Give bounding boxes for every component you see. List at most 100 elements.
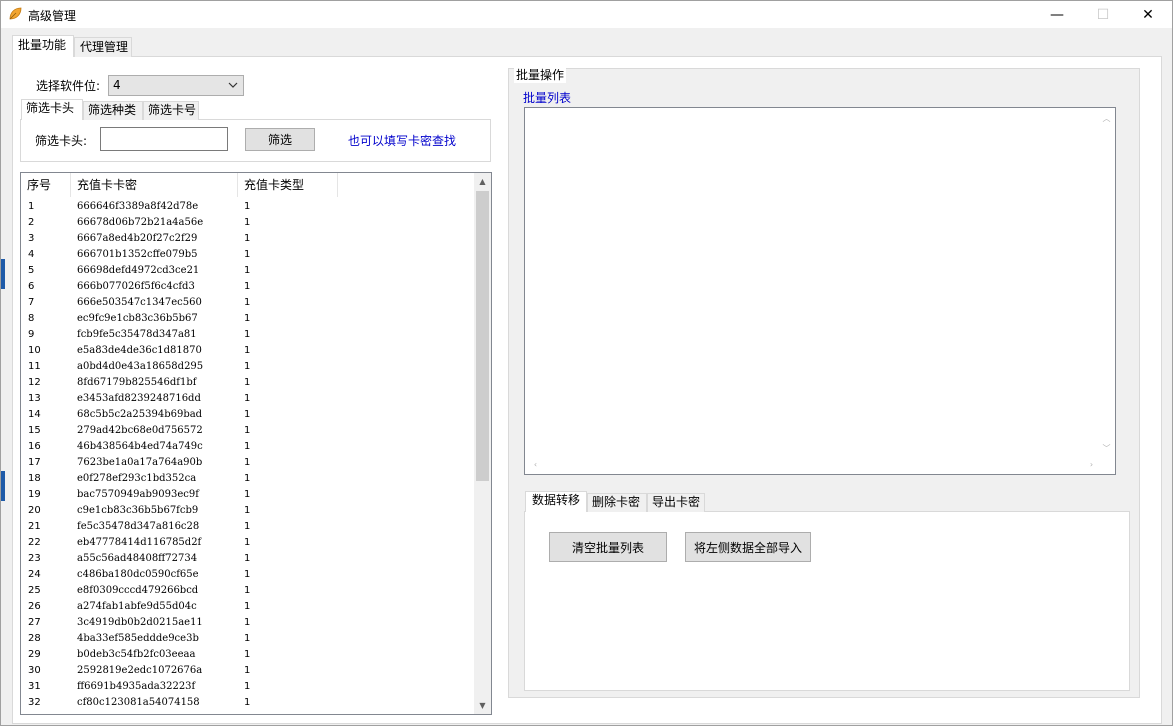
batch-list-label: 批量列表 xyxy=(523,91,572,105)
table-row[interactable]: 11 a0bd4d0e43a18658d295 1 xyxy=(21,359,474,375)
table-row[interactable]: 24 c486ba180dc0590cf65e 1 xyxy=(21,567,474,583)
row-card-type: 1 xyxy=(244,553,251,564)
table-row[interactable]: 12 8fd67179b825546df1bf 1 xyxy=(21,375,474,391)
table-row[interactable]: 28 4ba33ef585eddde9ce3b 1 xyxy=(21,631,474,647)
tab-batch-functions[interactable]: 批量功能 xyxy=(12,35,74,57)
row-card-type: 1 xyxy=(244,297,251,308)
table-row[interactable]: 26 a274fab1abfe9d55d04c 1 xyxy=(21,599,474,615)
row-index: 23 xyxy=(28,553,41,564)
row-card-type: 1 xyxy=(244,601,251,612)
row-index: 4 xyxy=(28,249,35,260)
row-card-type: 1 xyxy=(244,345,251,356)
scroll-thumb[interactable] xyxy=(476,191,489,481)
table-row[interactable]: 30 2592819e2edc1072676a 1 xyxy=(21,663,474,679)
scroll-right-icon[interactable]: › xyxy=(1083,456,1100,473)
filter-button[interactable]: 筛选 xyxy=(245,128,315,151)
table-row[interactable]: 27 3c4919db0b2d0215ae11 1 xyxy=(21,615,474,631)
table-row[interactable]: 2 66678d06b72b21a4a56e 1 xyxy=(21,215,474,231)
row-card-type: 1 xyxy=(244,521,251,532)
table-row[interactable]: 19 bac7570949ab9093ec9f 1 xyxy=(21,487,474,503)
scroll-up-icon[interactable]: ︿ xyxy=(1098,110,1115,127)
tab-filter-number[interactable]: 筛选卡号 xyxy=(143,101,199,120)
row-card-type: 1 xyxy=(244,249,251,260)
row-card-type: 1 xyxy=(244,457,251,468)
scroll-down-icon[interactable]: ▼ xyxy=(474,697,491,714)
row-index: 25 xyxy=(28,585,41,596)
clear-batch-list-button[interactable]: 清空批量列表 xyxy=(549,532,667,562)
batch-list-box[interactable]: ︿ ﹀ ‹ › xyxy=(524,107,1116,475)
main-window: 高级管理 — ☐ ✕ 批量功能 代理管理 选择软件位: 4 筛选卡头 筛选种类 … xyxy=(0,0,1173,726)
row-index: 5 xyxy=(28,265,35,276)
window-title: 高级管理 xyxy=(28,9,77,23)
table-row[interactable]: 17 7623be1a0a17a764a90b 1 xyxy=(21,455,474,471)
row-card-key: e0f278ef293c1bd352ca xyxy=(77,473,197,484)
table-row[interactable]: 8 ec9fc9e1cb83c36b5b67 1 xyxy=(21,311,474,327)
minimize-button[interactable]: — xyxy=(1034,1,1080,28)
table-row[interactable]: 25 e8f0309cccd479266bcd 1 xyxy=(21,583,474,599)
tab-export-cards[interactable]: 导出卡密 xyxy=(647,493,705,512)
list-body: 1 666646f3389a8f42d78e 1 2 66678d06b72b21a4a… xyxy=(21,199,474,711)
row-card-type: 1 xyxy=(244,697,251,708)
slot-select[interactable]: 4 xyxy=(108,75,244,96)
column-header-index[interactable]: 序号 xyxy=(21,173,71,197)
tab-agent-management[interactable]: 代理管理 xyxy=(74,37,132,57)
row-card-key: 7623be1a0a17a764a90b xyxy=(77,457,203,468)
row-index: 12 xyxy=(28,377,41,388)
table-row[interactable]: 16 46b438564b4ed74a749c 1 xyxy=(21,439,474,455)
import-all-button[interactable]: 将左侧数据全部导入 xyxy=(685,532,811,562)
column-header-card-key[interactable]: 充值卡卡密 xyxy=(71,173,238,197)
table-row[interactable]: 5 66698defd4972cd3ce21 1 xyxy=(21,263,474,279)
row-card-type: 1 xyxy=(244,217,251,228)
table-row[interactable]: 9 fcb9fe5c35478d347a81 1 xyxy=(21,327,474,343)
card-list[interactable]: 序号 充值卡卡密 充值卡类型 1 666646f3389a8f42d78e 1 2 66… xyxy=(20,172,492,715)
table-row[interactable]: 10 e5a83de4de36c1d81870 1 xyxy=(21,343,474,359)
table-row[interactable]: 22 eb47778414d116785d2f 1 xyxy=(21,535,474,551)
row-card-key: fe5c35478d347a816c28 xyxy=(77,521,200,532)
table-row[interactable]: 13 e3453afd8239248716dd 1 xyxy=(21,391,474,407)
row-card-type: 1 xyxy=(244,377,251,388)
filter-input[interactable] xyxy=(100,127,228,151)
list-scrollbar[interactable]: ▲ ▼ xyxy=(474,173,491,714)
table-row[interactable]: 7 666e503547c1347ec560 1 xyxy=(21,295,474,311)
scroll-up-icon[interactable]: ▲ xyxy=(474,173,491,190)
scroll-down-icon[interactable]: ﹀ xyxy=(1098,440,1115,457)
row-card-type: 1 xyxy=(244,329,251,340)
table-row[interactable]: 4 666701b1352cffe079b5 1 xyxy=(21,247,474,263)
maximize-button[interactable]: ☐ xyxy=(1080,1,1126,28)
row-card-key: 666701b1352cffe079b5 xyxy=(77,249,198,260)
table-row[interactable]: 14 68c5b5c2a25394b69bad 1 xyxy=(21,407,474,423)
row-card-type: 1 xyxy=(244,617,251,628)
row-index: 21 xyxy=(28,521,41,532)
row-index: 28 xyxy=(28,633,41,644)
row-card-key: b0deb3c54fb2fc03eeaa xyxy=(77,649,196,660)
table-row[interactable]: 3 6667a8ed4b20f27c2f29 1 xyxy=(21,231,474,247)
row-index: 30 xyxy=(28,665,41,676)
row-index: 9 xyxy=(28,329,35,340)
tab-filter-type[interactable]: 筛选种类 xyxy=(83,101,143,120)
table-row[interactable]: 15 279ad42bc68e0d756572 1 xyxy=(21,423,474,439)
table-row[interactable]: 1 666646f3389a8f42d78e 1 xyxy=(21,199,474,215)
row-index: 20 xyxy=(28,505,41,516)
table-row[interactable]: 18 e0f278ef293c1bd352ca 1 xyxy=(21,471,474,487)
row-card-key: a274fab1abfe9d55d04c xyxy=(77,601,197,612)
table-row[interactable]: 32 cf80c123081a54074158 1 xyxy=(21,695,474,711)
tab-filter-header[interactable]: 筛选卡头 xyxy=(21,99,83,120)
row-card-type: 1 xyxy=(244,393,251,404)
table-row[interactable]: 23 a55c56ad48408ff72734 1 xyxy=(21,551,474,567)
table-row[interactable]: 31 ff6691b4935ada32223f 1 xyxy=(21,679,474,695)
row-index: 32 xyxy=(28,697,41,708)
tab-data-transfer[interactable]: 数据转移 xyxy=(525,491,587,512)
tab-delete-cards[interactable]: 删除卡密 xyxy=(587,493,647,512)
table-row[interactable]: 6 666b077026f5f6c4cfd3 1 xyxy=(21,279,474,295)
table-row[interactable]: 21 fe5c35478d347a816c28 1 xyxy=(21,519,474,535)
row-index: 17 xyxy=(28,457,41,468)
row-card-key: ff6691b4935ada32223f xyxy=(77,681,196,692)
scroll-left-icon[interactable]: ‹ xyxy=(527,456,544,473)
table-row[interactable]: 29 b0deb3c54fb2fc03eeaa 1 xyxy=(21,647,474,663)
row-card-type: 1 xyxy=(244,313,251,324)
row-card-type: 1 xyxy=(244,633,251,644)
table-row[interactable]: 20 c9e1cb83c36b5b67fcb9 1 xyxy=(21,503,474,519)
column-header-card-type[interactable]: 充值卡类型 xyxy=(238,173,338,197)
slot-select-value: 4 xyxy=(113,78,121,92)
close-button[interactable]: ✕ xyxy=(1125,1,1171,28)
